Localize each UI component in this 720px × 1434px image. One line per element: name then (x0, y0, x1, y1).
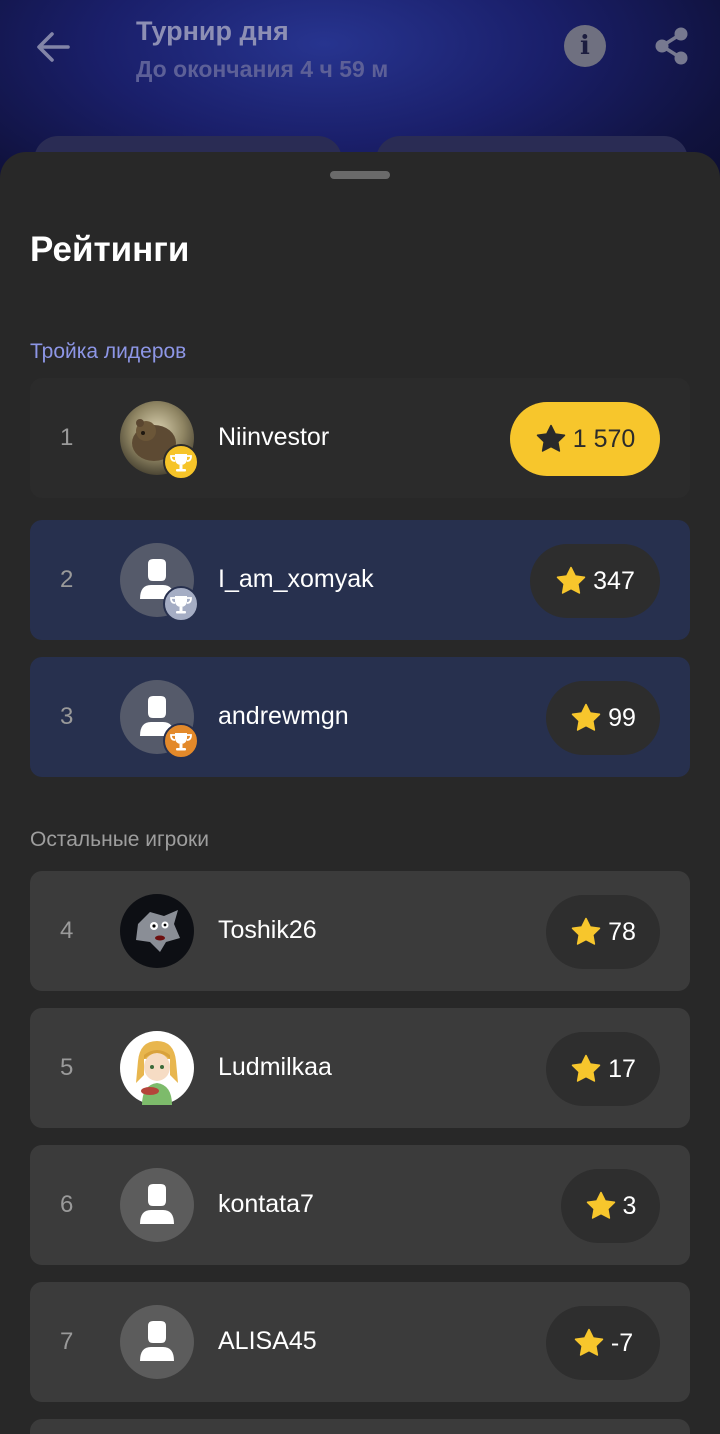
trophy-icon (163, 444, 199, 480)
ratings-sheet: Рейтинги Тройка лидеров 1 Niinvestor 1 5… (0, 152, 720, 1434)
rank-number: 1 (60, 424, 74, 451)
player-row[interactable]: 4 Toshik26 78 (30, 871, 690, 991)
rank-number: 3 (60, 703, 74, 730)
score-value: 1 570 (572, 424, 636, 453)
tournament-countdown: До окончания 4 ч 59 м (136, 56, 389, 82)
player-row[interactable] (30, 1419, 690, 1434)
avatar (120, 894, 194, 968)
player-name: Toshik26 (218, 916, 317, 944)
score-pill: 99 (546, 681, 660, 755)
score-pill: 3 (561, 1169, 660, 1243)
score-pill: 17 (546, 1032, 660, 1106)
score-value: 347 (593, 566, 635, 595)
back-arrow-icon[interactable] (34, 28, 72, 66)
section-rest-label: Остальные игроки (30, 828, 209, 851)
star-icon (556, 566, 586, 594)
sheet-title: Рейтинги (30, 230, 190, 269)
player-name: Ludmilkaa (218, 1053, 332, 1081)
section-top-label: Тройка лидеров (30, 340, 187, 363)
player-name: Niinvestor (218, 423, 330, 451)
player-row[interactable]: 7 ALISA45 -7 (30, 1282, 690, 1402)
default-avatar-icon (120, 1168, 194, 1242)
score-pill: 78 (546, 895, 660, 969)
rank-number: 4 (60, 917, 74, 944)
score-pill: 1 570 (510, 402, 660, 476)
score-value: 17 (608, 1054, 636, 1083)
score-value: 3 (622, 1191, 637, 1220)
player-name: andrewmgn (218, 702, 349, 730)
trophy-icon (163, 586, 199, 622)
avatar (120, 1031, 194, 1105)
star-icon (586, 1191, 615, 1219)
player-name: I_am_xomyak (218, 565, 374, 593)
star-icon (571, 703, 601, 731)
score-pill: -7 (546, 1306, 660, 1380)
player-name: kontata7 (218, 1190, 314, 1218)
player-row[interactable]: 5 Ludmilkaa 17 (30, 1008, 690, 1128)
trophy-icon (163, 723, 199, 759)
star-icon (571, 1054, 601, 1082)
score-value: 78 (608, 917, 636, 946)
star-icon (536, 424, 565, 452)
score-value: -7 (610, 1328, 634, 1357)
leader-row[interactable]: 3 andrewmgn 99 (30, 657, 690, 777)
score-value: 99 (608, 703, 636, 732)
rank-number: 2 (60, 566, 74, 593)
player-name: ALISA45 (218, 1327, 317, 1355)
leader-row[interactable]: 2 I_am_xomyak 347 (30, 520, 690, 640)
rank-number: 7 (60, 1328, 74, 1355)
star-icon (574, 1328, 604, 1356)
info-icon[interactable]: i (564, 25, 606, 67)
score-pill: 347 (530, 544, 660, 618)
leader-row[interactable]: 1 Niinvestor 1 570 (30, 378, 690, 498)
rank-number: 5 (60, 1054, 74, 1081)
default-avatar-icon (120, 1305, 194, 1379)
share-icon[interactable] (652, 26, 692, 66)
player-row[interactable]: 6 kontata7 3 (30, 1145, 690, 1265)
rank-number: 6 (60, 1191, 74, 1218)
tournament-title: Турнир дня (136, 16, 289, 46)
drag-handle[interactable] (330, 171, 390, 179)
star-icon (571, 917, 601, 945)
